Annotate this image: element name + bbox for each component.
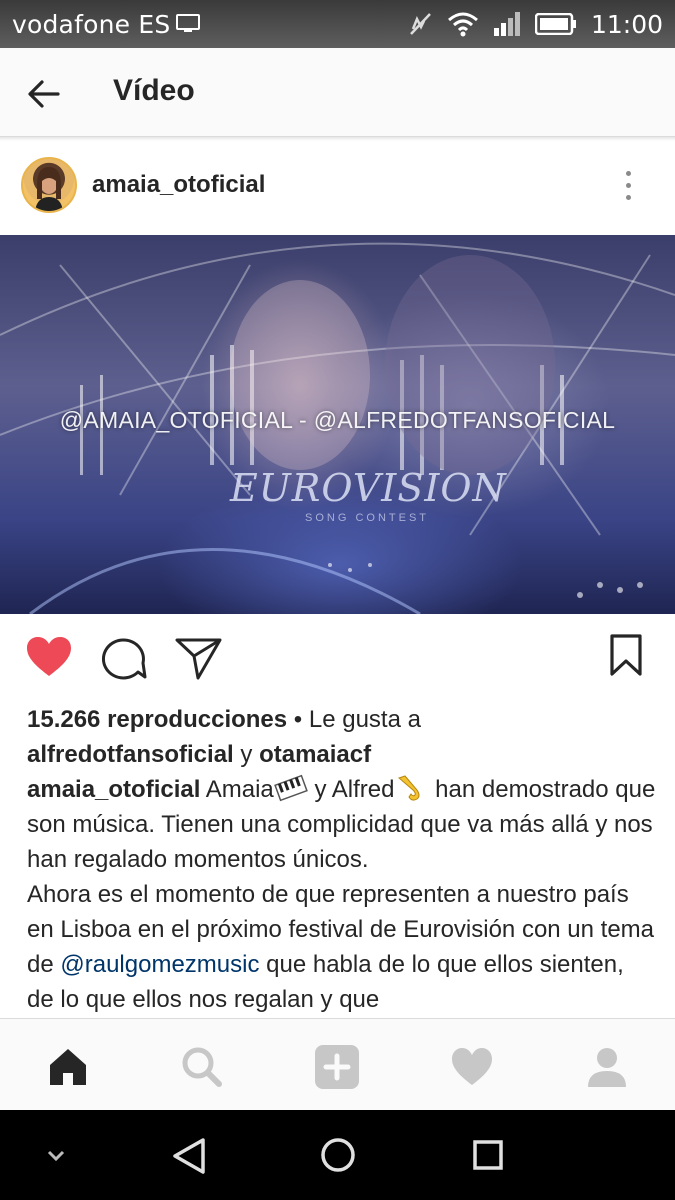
top-app-bar: Vídeo	[0, 48, 675, 137]
liked-by-user-link[interactable]: alfredotfansoficial	[27, 741, 234, 768]
liked-by-user-link[interactable]: otamaiacf	[259, 741, 371, 768]
wifi-icon	[447, 11, 479, 37]
comment-icon[interactable]	[101, 636, 147, 680]
caption-text: Amaia	[200, 776, 274, 803]
post-username[interactable]: amaia_otoficial	[92, 171, 265, 199]
caption-mention-link[interactable]: @raulgomezmusic	[60, 951, 259, 978]
battery-icon	[534, 13, 577, 35]
activity-heart-icon[interactable]	[450, 1045, 494, 1089]
header-divider	[0, 137, 675, 141]
vibrate-off-icon	[407, 11, 433, 37]
caption-username-link[interactable]: amaia_otoficial	[27, 776, 200, 803]
screen-cast-icon	[176, 14, 201, 34]
liked-by-conjunction: y	[233, 741, 260, 768]
views-count: 15.266 reproducciones	[27, 706, 288, 733]
heart-filled-icon[interactable]	[26, 636, 72, 678]
profile-icon[interactable]	[585, 1045, 629, 1089]
arrow-left-icon[interactable]	[24, 74, 64, 114]
recents-square-icon[interactable]	[472, 1139, 504, 1171]
likes-summary: 15.266 reproducciones • Le gusta a alfre…	[27, 702, 657, 772]
video-overlay-text: @AMAIA_OTOFICIAL - @ALFREDOTFANSOFICIAL	[59, 407, 616, 433]
bookmark-icon[interactable]	[609, 634, 643, 676]
eurovision-logo: EUROVISION	[230, 466, 507, 510]
avatar[interactable]	[21, 157, 77, 213]
back-triangle-icon[interactable]	[170, 1136, 208, 1176]
caption-text: y Alfred	[307, 776, 395, 803]
page-title: Vídeo	[113, 74, 195, 107]
saxophone-emoji	[395, 774, 429, 802]
home-icon[interactable]	[46, 1045, 90, 1089]
system-navigation-bar	[0, 1110, 675, 1200]
home-circle-icon[interactable]	[319, 1136, 357, 1174]
add-icon[interactable]	[315, 1045, 359, 1089]
signal-icon	[493, 12, 521, 36]
clock: 11:00	[590, 9, 663, 39]
piano-keys-emoji	[273, 774, 308, 802]
collapse-chevron-icon[interactable]	[44, 1148, 68, 1164]
liked-by-prefix: • Le gusta a	[287, 706, 421, 733]
carrier-name: vodafone ES	[12, 9, 171, 39]
status-bar: vodafone ES 11:00	[0, 0, 675, 48]
send-icon[interactable]	[175, 636, 223, 680]
post-caption: amaia_otoficial Amaia y Alfred han demos…	[27, 772, 657, 1017]
more-vertical-icon[interactable]	[612, 168, 646, 204]
search-icon[interactable]	[180, 1045, 224, 1089]
eurovision-logo-subtitle: SONG CONTEST	[305, 512, 430, 524]
bottom-navigation	[0, 1018, 675, 1111]
